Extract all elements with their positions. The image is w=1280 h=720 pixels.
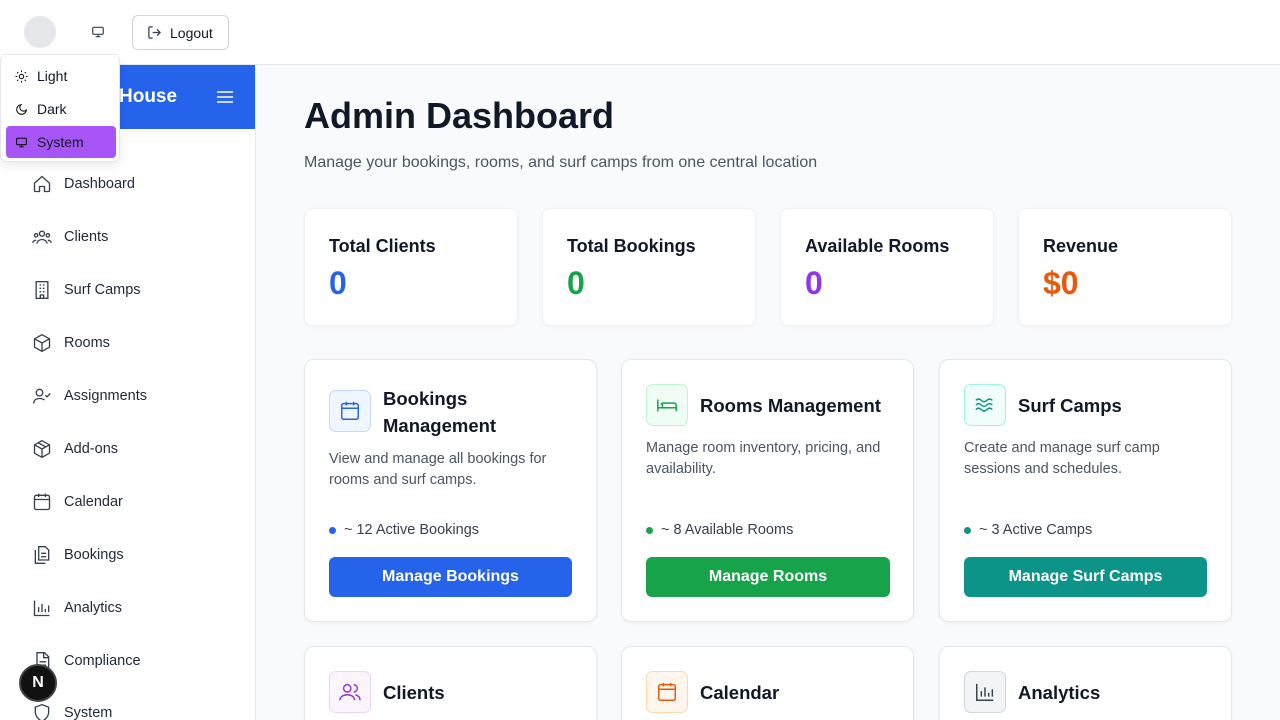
card-title: Surf Camps bbox=[1018, 395, 1122, 416]
status-dot bbox=[964, 526, 971, 534]
card-stat: ~ 3 Active Camps bbox=[964, 522, 1092, 538]
sidebar-item-bookings[interactable]: Bookings bbox=[32, 543, 124, 567]
status-dot bbox=[329, 526, 336, 534]
card-surf-camps: Surf Camps Create and manage surf camp s… bbox=[939, 359, 1232, 622]
logout-button[interactable]: Logout bbox=[132, 15, 229, 50]
stat-card-total-clients: Total Clients 0 bbox=[304, 208, 518, 326]
logout-icon bbox=[148, 26, 162, 39]
stat-label: Revenue bbox=[1043, 236, 1119, 256]
sidebar-item-label: Compliance bbox=[64, 653, 141, 669]
card-title: Calendar bbox=[700, 682, 780, 703]
sidebar-item-calendar[interactable]: Calendar bbox=[32, 490, 123, 514]
card-stat: ~ 12 Active Bookings bbox=[329, 522, 479, 538]
stat-card-revenue: Revenue $0 bbox=[1018, 208, 1232, 326]
card-stat-text: ~ 3 Active Camps bbox=[979, 522, 1093, 538]
home-icon bbox=[33, 175, 51, 193]
sidebar-item-label: Calendar bbox=[64, 494, 123, 510]
card-analytics: Analytics bbox=[939, 646, 1232, 720]
theme-option-label: Light bbox=[37, 68, 68, 84]
sidebar-item-analytics[interactable]: Analytics bbox=[32, 596, 122, 620]
sidebar-item-label: Clients bbox=[64, 229, 109, 245]
n-badge-button[interactable]: N bbox=[19, 664, 57, 702]
stat-card-total-bookings: Total Bookings 0 bbox=[542, 208, 756, 326]
sidebar-item-dashboard[interactable]: Dashboard bbox=[32, 172, 135, 196]
sidebar-item-add-ons[interactable]: Add-ons bbox=[32, 437, 118, 461]
theme-option-label: Dark bbox=[37, 101, 67, 117]
bar-chart-icon bbox=[33, 600, 50, 617]
brand-name: House bbox=[119, 86, 178, 107]
card-description: Manage room inventory, pricing, and avai… bbox=[646, 440, 881, 477]
sun-icon bbox=[15, 70, 28, 82]
card-clients: Clients bbox=[304, 646, 597, 720]
manage-surf-camps-button[interactable]: Manage Surf Camps bbox=[964, 557, 1207, 597]
card-bookings-management: Bookings Management View and manage all … bbox=[304, 359, 597, 622]
card-calendar: Calendar bbox=[621, 646, 914, 720]
theme-option-system[interactable]: System bbox=[6, 126, 116, 158]
stat-card-available-rooms: Available Rooms 0 bbox=[780, 208, 994, 326]
users-icon bbox=[32, 230, 52, 244]
card-description: Create and manage surf camp sessions and… bbox=[964, 440, 1160, 477]
bar-chart-icon bbox=[964, 671, 1006, 713]
top-bar: Logout bbox=[0, 0, 1280, 65]
sidebar-item-assignments[interactable]: Assignments bbox=[32, 384, 147, 408]
logout-label: Logout bbox=[170, 24, 213, 41]
stat-value: $0 bbox=[1043, 265, 1079, 301]
theme-option-dark[interactable]: Dark bbox=[6, 93, 116, 125]
shield-icon bbox=[34, 703, 50, 720]
sidebar-item-label: Add-ons bbox=[64, 441, 119, 457]
avatar[interactable] bbox=[24, 16, 56, 48]
sidebar-item-label: Analytics bbox=[64, 600, 123, 616]
card-title: Bookings Management bbox=[383, 388, 497, 436]
card-title: Clients bbox=[383, 682, 445, 703]
sidebar-item-clients[interactable]: Clients bbox=[32, 225, 108, 249]
card-title: Analytics bbox=[1018, 682, 1101, 703]
sidebar-item-label: Rooms bbox=[64, 335, 110, 351]
sidebar-item-label: Dashboard bbox=[64, 176, 135, 192]
users-icon bbox=[329, 671, 371, 713]
sidebar-item-label: Assignments bbox=[64, 388, 148, 404]
waves-icon bbox=[964, 384, 1006, 426]
box-icon bbox=[33, 333, 51, 353]
page-title: Admin Dashboard bbox=[304, 95, 615, 136]
calendar-icon bbox=[329, 390, 371, 432]
moon-icon bbox=[16, 103, 28, 115]
manage-rooms-button[interactable]: Manage Rooms bbox=[646, 557, 890, 597]
sidebar-item-surf-camps[interactable]: Surf Camps bbox=[32, 278, 141, 302]
card-stat-text: ~ 12 Active Bookings bbox=[344, 522, 480, 538]
stat-label: Available Rooms bbox=[805, 236, 950, 256]
manage-bookings-button[interactable]: Manage Bookings bbox=[329, 557, 572, 597]
theme-option-light[interactable]: Light bbox=[6, 60, 116, 92]
calendar-icon bbox=[646, 671, 688, 713]
monitor-icon bbox=[16, 137, 27, 147]
stat-value: 0 bbox=[329, 265, 347, 301]
sidebar-item-label: System bbox=[64, 705, 113, 720]
card-description: View and manage all bookings for rooms a… bbox=[329, 451, 547, 488]
theme-option-label: System bbox=[37, 134, 84, 150]
theme-toggle-button[interactable] bbox=[86, 20, 110, 44]
sidebar-item-label: Surf Camps bbox=[64, 282, 141, 298]
stat-value: 0 bbox=[567, 265, 585, 301]
sidebar-item-rooms[interactable]: Rooms bbox=[32, 331, 110, 355]
sidebar-item-label: Bookings bbox=[64, 547, 124, 563]
user-check-icon bbox=[33, 388, 51, 404]
status-dot bbox=[646, 526, 653, 534]
package-icon bbox=[33, 439, 51, 459]
sidebar: House Dashboard Clients Surf Camps Rooms… bbox=[0, 65, 256, 720]
stat-label: Total Clients bbox=[329, 236, 436, 256]
menu-icon[interactable] bbox=[216, 89, 234, 105]
monitor-icon bbox=[92, 26, 104, 38]
stat-value: 0 bbox=[805, 265, 823, 301]
card-rooms-management: Rooms Management Manage room inventory, … bbox=[621, 359, 914, 622]
card-stat: ~ 8 Available Rooms bbox=[646, 522, 793, 538]
stat-label: Total Bookings bbox=[567, 236, 696, 256]
bed-icon bbox=[646, 384, 688, 426]
card-stat-text: ~ 8 Available Rooms bbox=[661, 522, 794, 538]
card-title: Rooms Management bbox=[700, 395, 881, 416]
page-subtitle: Manage your bookings, rooms, and surf ca… bbox=[304, 154, 818, 171]
building-icon bbox=[35, 281, 49, 299]
calendar-icon bbox=[33, 493, 51, 511]
theme-dropdown-menu: Light Dark System bbox=[0, 54, 120, 162]
sidebar-item-system[interactable]: System bbox=[32, 701, 112, 720]
files-icon bbox=[34, 546, 50, 564]
